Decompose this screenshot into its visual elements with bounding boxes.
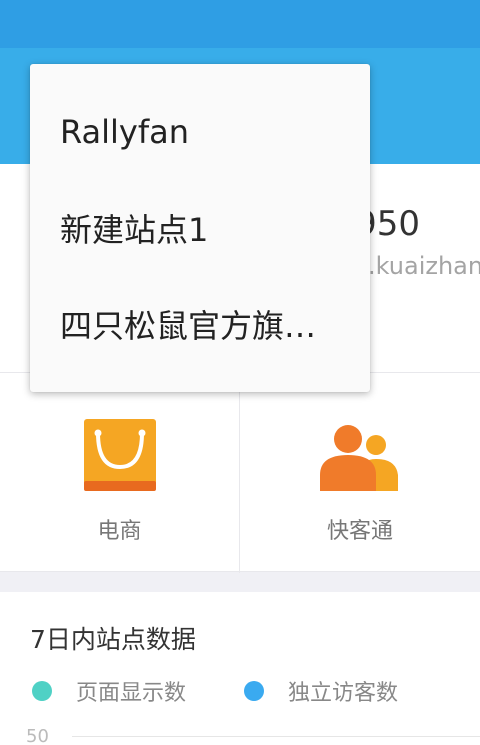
legend-page-views[interactable]: 页面显示数	[32, 678, 187, 706]
legend-dot-unique-visitors	[244, 681, 264, 701]
users-icon	[320, 425, 398, 491]
ecommerce-tile[interactable]: 电商	[0, 373, 240, 573]
menu-item-rallyfan[interactable]: Rallyfan	[30, 84, 370, 180]
menu-item-four-squirrels[interactable]: 四只松鼠官方旗…	[30, 276, 370, 372]
chart-gridline	[72, 736, 480, 737]
site-switcher-menu: Rallyfan 新建站点1 四只松鼠官方旗…	[30, 64, 370, 392]
legend-label-page-views: 页面显示数	[76, 681, 187, 706]
status-bar	[0, 0, 480, 48]
kuaiketong-label: 快客通	[326, 519, 393, 544]
stats-panel: 7日内站点数据 页面显示数 独立访客数 50	[0, 592, 480, 745]
feature-grid: 电商 快客通	[0, 372, 480, 573]
ecommerce-label: 电商	[97, 519, 142, 544]
legend-label-unique-visitors: 独立访客数	[288, 681, 399, 706]
site-url-text: .kuaizhan	[368, 252, 480, 280]
menu-item-new-site-1[interactable]: 新建站点1	[30, 180, 370, 276]
shopping-bag-icon	[84, 419, 156, 491]
legend-unique-visitors[interactable]: 独立访客数	[244, 678, 399, 706]
stats-title: 7日内站点数据	[30, 625, 196, 654]
y-axis-tick: 50	[26, 726, 49, 745]
kuaiketong-tile[interactable]: 快客通	[240, 373, 480, 573]
legend-dot-page-views	[32, 681, 52, 701]
